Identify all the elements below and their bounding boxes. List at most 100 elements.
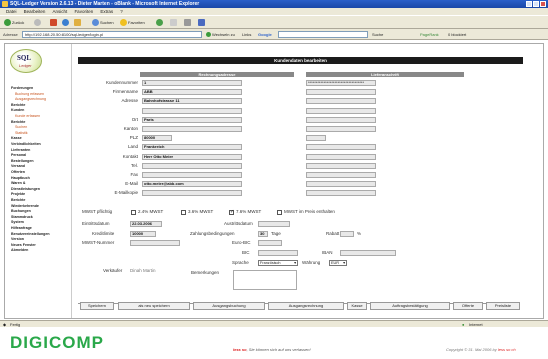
field-input[interactable]: Herr Otto Meier — [142, 153, 242, 160]
shipping-field-input[interactable] — [306, 126, 376, 132]
sidebar-item[interactable]: Suchen — [15, 125, 27, 129]
preisliste-button[interactable]: Preisliste — [486, 302, 520, 310]
vat-76-checkbox[interactable]: ✓ — [229, 209, 234, 215]
favorites-button[interactable]: Favoriten — [120, 19, 145, 27]
sidebar-item[interactable]: Kunde erfassen — [15, 114, 40, 118]
bic-input[interactable] — [258, 250, 298, 256]
vat-24-checkbox[interactable] — [131, 210, 136, 215]
ausgangsbuchung-button[interactable]: Ausgangsbuchung — [193, 302, 265, 310]
bemerkungen-textarea[interactable] — [233, 270, 297, 290]
sidebar-item[interactable]: Versand — [11, 164, 25, 168]
sidebar-item[interactable]: Lieferanten — [11, 148, 30, 152]
field-input[interactable]: Frankreich — [142, 144, 242, 151]
shipping-field-input[interactable] — [306, 144, 376, 151]
history-button[interactable] — [156, 19, 164, 27]
forward-button[interactable] — [34, 19, 42, 27]
sidebar-item[interactable]: Forderungen — [11, 86, 33, 90]
sidebar-item[interactable]: Offerten — [11, 170, 25, 174]
menu-file[interactable]: Datei — [6, 8, 17, 15]
offerte-button[interactable]: Offerte — [453, 302, 483, 310]
sidebar-item[interactable]: Hilfeanfrage — [11, 226, 32, 230]
austritt-input[interactable] — [258, 221, 290, 227]
mail-button[interactable] — [170, 19, 178, 27]
shipping-field-input[interactable] — [306, 89, 376, 96]
sidebar-item[interactable]: Berichte — [11, 120, 25, 124]
stop-button[interactable] — [50, 19, 58, 27]
field-input[interactable] — [142, 190, 242, 197]
sidebar-item[interactable]: Wiederkehrende — [11, 204, 39, 208]
speichern-button[interactable]: Speichern — [80, 302, 114, 310]
sidebar-item[interactable]: Dienstleistungen — [11, 187, 40, 191]
field-input[interactable]: ABB — [142, 89, 242, 96]
iban-input[interactable] — [340, 250, 396, 256]
mwst-nr-input[interactable] — [130, 240, 180, 246]
sidebar-item[interactable]: Abmelden — [11, 248, 28, 252]
shipping-field-input[interactable] — [306, 190, 376, 197]
eintritt-input[interactable]: 22.03.2006 — [130, 221, 162, 227]
als-neu-speichern-button[interactable]: als neu speichern — [118, 302, 190, 310]
google-search-input[interactable] — [278, 31, 368, 38]
shipping-field-input[interactable] — [306, 181, 376, 188]
waehrung-select[interactable]: EUR ▾ — [329, 260, 347, 266]
menu-view[interactable]: Ansicht — [53, 8, 68, 15]
sidebar-item[interactable]: System — [11, 220, 24, 224]
popup-blocker[interactable]: 0 blockiert — [448, 31, 466, 38]
sidebar-item[interactable]: Statistik — [15, 131, 28, 135]
shipping-field-input[interactable] — [306, 162, 376, 169]
field-input[interactable]: 80000 — [142, 135, 172, 142]
shipping-field-input[interactable] — [306, 116, 376, 123]
maximize-button[interactable] — [533, 1, 539, 7]
sidebar-item[interactable]: Version — [11, 237, 24, 241]
euro-bic-input[interactable] — [258, 240, 282, 246]
menu-edit[interactable]: Bearbeiten — [24, 8, 46, 15]
menu-tools[interactable]: Extras — [100, 8, 113, 15]
sidebar-item[interactable]: Berichte — [11, 103, 25, 107]
zahlung-input[interactable]: 30 — [258, 231, 268, 237]
refresh-button[interactable] — [62, 19, 70, 27]
sidebar-item[interactable]: Bestellungen — [11, 159, 34, 163]
menu-favorites[interactable]: Favoriten — [74, 8, 93, 15]
vat-36-checkbox[interactable] — [181, 210, 186, 215]
field-input[interactable] — [142, 126, 242, 132]
sprache-select[interactable]: Französisch ▾ — [258, 260, 298, 266]
field-input[interactable]: Bahnhofstrasse 11 — [142, 98, 242, 105]
shipping-field-input[interactable] — [306, 172, 376, 178]
auftragsbestaetigung-button[interactable]: Auftragsbestätigung — [370, 302, 450, 310]
shipping-field-input[interactable] — [306, 153, 376, 160]
rabatt-input[interactable] — [340, 231, 354, 237]
close-button[interactable] — [540, 1, 546, 7]
google-search-button[interactable]: Suche — [372, 31, 383, 38]
shipping-field-input[interactable]: ************************************ — [306, 80, 376, 86]
field-input[interactable]: otto.meier@abb.com — [142, 181, 242, 188]
print-button[interactable] — [184, 19, 192, 27]
sidebar-item[interactable]: Hauptbuch — [11, 176, 30, 180]
menu-help[interactable]: ? — [120, 8, 123, 15]
sidebar-item[interactable]: Ausgangsrechnung — [15, 97, 46, 101]
edit-button[interactable] — [198, 19, 206, 27]
field-input[interactable]: Paris — [142, 116, 242, 123]
sidebar-item[interactable]: Projekte — [11, 192, 25, 196]
field-input[interactable] — [142, 107, 242, 114]
sidebar-item[interactable]: Kunden — [11, 108, 24, 112]
ausgangsrechnung-button[interactable]: Ausgangsrechnung — [268, 302, 344, 310]
back-button[interactable]: Zurück — [4, 19, 24, 27]
shipping-field-input[interactable] — [306, 107, 376, 114]
sidebar-item[interactable]: Neues Fenster — [11, 243, 36, 247]
home-button[interactable] — [74, 19, 82, 27]
kredit-input[interactable]: 10000 — [130, 231, 156, 237]
field-input[interactable] — [142, 162, 242, 169]
sidebar-item[interactable]: Personal — [11, 153, 26, 157]
vat-included-checkbox[interactable] — [277, 210, 282, 215]
links-button[interactable]: Links — [242, 31, 251, 38]
shipping-field-input[interactable] — [306, 98, 376, 105]
minimize-button[interactable] — [526, 1, 532, 7]
search-button[interactable]: Suchen — [92, 19, 114, 27]
go-button[interactable]: Wechseln zu — [206, 31, 235, 38]
sidebar-item[interactable]: Berichte — [11, 198, 25, 202]
kasse-button[interactable]: Kasse — [347, 302, 367, 310]
field-input[interactable] — [142, 172, 242, 178]
sidebar-item[interactable]: Kasse — [11, 136, 22, 140]
sidebar-item[interactable]: Buchungen — [11, 209, 31, 213]
shipping-field-input[interactable] — [306, 135, 326, 142]
address-input[interactable]: http://192.168.20.50:8100/sql-ledger/log… — [22, 31, 202, 38]
